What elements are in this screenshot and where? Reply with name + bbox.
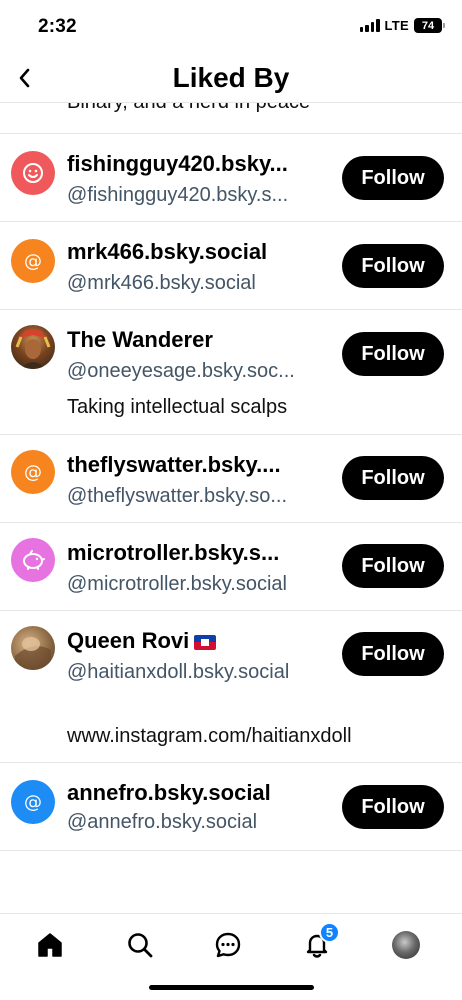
list-item[interactable]: @ mrk466.bsky.social @mrk466.bsky.social… [0, 222, 462, 310]
follow-button[interactable]: Follow [342, 332, 444, 376]
avatar[interactable]: @ [11, 239, 55, 283]
user-bio: Taking intellectual scalps [67, 396, 288, 418]
follow-button[interactable]: Follow [342, 156, 444, 200]
user-handle: @oneeyesage.bsky.soc... [67, 360, 295, 382]
at-icon: @ [24, 792, 42, 813]
profile-avatar [392, 931, 420, 959]
user-name[interactable]: Queen Rovi [67, 628, 217, 654]
tab-home[interactable] [33, 928, 67, 962]
user-handle: @theflyswatter.bsky.so... [67, 485, 288, 507]
user-name[interactable]: The Wanderer [67, 327, 213, 353]
user-name[interactable]: fishingguy420.bsky... [67, 151, 288, 177]
network-label: LTE [384, 18, 409, 33]
list-item[interactable]: microtroller.bsky.s... @microtroller.bsk… [0, 523, 462, 611]
at-icon: @ [24, 462, 42, 483]
follow-button[interactable]: Follow [342, 544, 444, 588]
user-handle: @annefro.bsky.social [67, 811, 258, 833]
status-bar: 2:32 LTE 74 [0, 0, 462, 56]
signal-icon [359, 19, 380, 32]
avatar[interactable]: @ [11, 450, 55, 494]
list-item[interactable]: fishingguy420.bsky... @fishingguy420.bsk… [0, 134, 462, 222]
user-handle: @mrk466.bsky.social [67, 272, 256, 294]
battery-icon: 74 [414, 18, 445, 33]
tab-chat[interactable] [211, 928, 245, 962]
svg-text:@: @ [24, 792, 42, 813]
user-bio[interactable]: www.instagram.com/haitianxdoll [67, 725, 352, 748]
home-icon [38, 933, 62, 957]
bottom-tab-bar: 5 [0, 913, 462, 1000]
tab-profile[interactable] [389, 928, 423, 962]
user-name[interactable]: theflyswatter.bsky.... [67, 452, 281, 478]
follow-button[interactable]: Follow [342, 244, 444, 288]
battery-level: 74 [421, 19, 435, 32]
header: Liked By [0, 56, 462, 103]
smiley-icon [23, 163, 43, 183]
user-name[interactable]: microtroller.bsky.s... [67, 540, 279, 566]
piggy-bank-icon [23, 550, 45, 570]
status-time: 2:32 [38, 16, 77, 37]
svg-text:@: @ [24, 462, 42, 483]
user-name-text: Queen Rovi [67, 628, 190, 653]
follow-button[interactable]: Follow [342, 632, 444, 676]
list-item[interactable]: Queen Rovi @haitianxdoll.bsky.social www… [0, 611, 462, 763]
tab-notifications[interactable]: 5 [300, 922, 340, 962]
user-name[interactable]: annefro.bsky.social [67, 780, 271, 806]
home-indicator [149, 985, 314, 990]
avatar[interactable] [11, 538, 55, 582]
avatar[interactable] [11, 325, 55, 369]
follow-button[interactable]: Follow [342, 785, 444, 829]
chat-icon [215, 932, 241, 958]
user-handle: @haitianxdoll.bsky.social [67, 661, 290, 683]
photo-avatar [15, 637, 51, 670]
svg-text:@: @ [24, 251, 42, 272]
status-indicators: LTE 74 [359, 18, 445, 33]
avatar[interactable] [11, 626, 55, 670]
notifications-badge: 5 [319, 922, 340, 943]
follow-button[interactable]: Follow [342, 456, 444, 500]
avatar[interactable] [11, 151, 55, 195]
list-item[interactable]: @ theflyswatter.bsky.... @theflyswatter.… [0, 435, 462, 523]
list-item[interactable]: @ annefro.bsky.social @annefro.bsky.soci… [0, 763, 462, 851]
page-title: Liked By [172, 62, 290, 93]
avatar[interactable]: @ [11, 780, 55, 824]
at-icon: @ [24, 251, 42, 272]
list-item[interactable]: The Wanderer @oneeyesage.bsky.soc... Tak… [0, 310, 462, 435]
liked-by-list: Binary, and a nerd in peace fishingguy42… [0, 103, 462, 913]
user-handle: @fishingguy420.bsky.s... [67, 184, 289, 206]
user-name[interactable]: mrk466.bsky.social [67, 239, 267, 265]
search-icon [128, 933, 153, 958]
photo-avatar [15, 329, 51, 369]
tab-search[interactable] [123, 928, 157, 962]
user-bio: Binary, and a nerd in peace [67, 103, 310, 114]
haiti-flag-icon [194, 634, 217, 650]
user-handle: @microtroller.bsky.social [67, 573, 287, 595]
